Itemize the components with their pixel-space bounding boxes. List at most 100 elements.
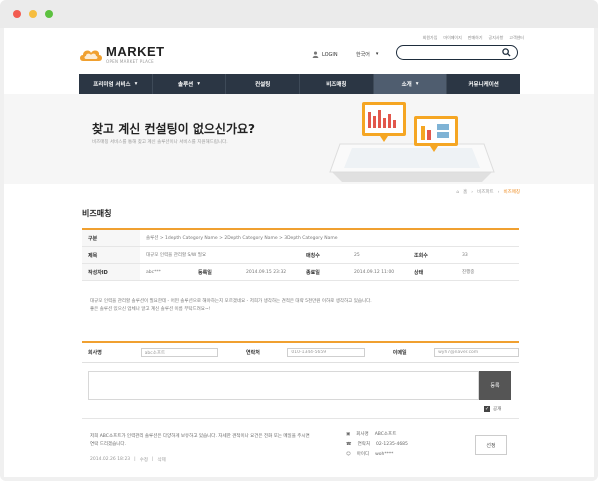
list-item: ☎ 연락처 02-1235-4685 (346, 441, 408, 448)
reply-meta: 2014.02.26 18:23 | 수정 | 삭제 (90, 457, 166, 463)
post-info-table: 구분 솔루션 > 1depth Category Name > 2Depth C… (82, 228, 519, 281)
company-label: 회사명 (88, 350, 102, 356)
list-item: ▣ 회사명 ABC소프트 (346, 431, 408, 438)
subject-cell: 제목 (82, 247, 140, 263)
nav-label: 프리미엄 서비스 (93, 82, 131, 88)
chevron-down-icon: ▾ (197, 81, 200, 87)
subject-value: 대규모 인력을 관리할 S/W 필요 (146, 253, 207, 258)
table-row: 구분 솔루션 > 1depth Category Name > 2Depth C… (82, 230, 519, 247)
reply-phone-value: 02-1235-4685 (376, 441, 408, 447)
user-icon (312, 51, 319, 58)
login-label: LOGIN (322, 51, 338, 58)
main-nav: 프리미엄 서비스 ▾ 솔루션 ▾ 컨설팅 비즈매칭 소개 ▾ 커뮤니케이션 (79, 74, 520, 94)
select-button[interactable]: 선정 (475, 435, 507, 455)
category-label: 구분 (88, 235, 98, 242)
email-field[interactable] (434, 348, 519, 357)
page: 회원가입 마이페이지 판매하기 공지사항 고객센터 MARKET OPEN MA… (4, 28, 594, 477)
divider (82, 418, 519, 419)
post-body-line: 좋은 솔루션 있으신 업체나 알고 계신 솔루션 이름 부탁드려요~! (90, 307, 211, 312)
end-value: 2014.09.12 11:00 (354, 269, 395, 275)
chevron-right-icon: › (497, 189, 500, 195)
table-row: 제목 대규모 인력을 관리할 S/W 필요 매칭수 25 조회수 33 (82, 247, 519, 264)
language-select[interactable]: 한국어 ▾ (356, 51, 378, 58)
top-link-mypage[interactable]: 마이페이지 (443, 35, 461, 41)
delete-link[interactable]: 삭제 (158, 457, 166, 463)
category-cell: 구분 (82, 230, 140, 246)
author-label: 작성자ID (88, 269, 108, 276)
reply-phone-label: 연락처 (357, 442, 371, 447)
reply-body: 저희 ABC소프트가 인력관리 솔루션은 다양하게 보유하고 있습니다. 자세한… (90, 434, 310, 447)
banner-title: 찾고 계신 컨설팅이 없으신가요? (92, 122, 256, 136)
nav-item-bizmatching[interactable]: 비즈매칭 (300, 74, 374, 94)
top-link-sell[interactable]: 판매하기 (468, 35, 483, 41)
status-value: 진행중 (462, 270, 475, 275)
chevron-down-icon: ▾ (134, 81, 138, 87)
chevron-down-icon: ▾ (415, 81, 419, 87)
public-toggle[interactable]: ✓ 공개 (484, 406, 501, 412)
maximize-window-button[interactable] (45, 10, 53, 18)
tablet-charts-illustration (329, 102, 495, 182)
logo-text[interactable]: MARKET (106, 44, 165, 59)
post-body: 대규모 인력을 관리할 솔루션이 필요한데 - 어떤 솔루션으로 해야하는지 모… (90, 298, 510, 314)
chevron-right-icon: › (471, 189, 474, 195)
reply-date: 2014.02.26 18:23 (90, 457, 131, 462)
comment-input[interactable] (88, 371, 479, 400)
phone-label: 연락처 (246, 350, 260, 356)
utility-links: 회원가입 마이페이지 판매하기 공지사항 고객센터 (423, 35, 524, 41)
search-icon[interactable] (502, 48, 511, 57)
reply-id-label: 아이디 (356, 452, 370, 457)
reg-label: 등록일 (198, 269, 212, 276)
nav-label: 솔루션 (178, 82, 194, 88)
separator: | (151, 457, 154, 462)
close-window-button[interactable] (13, 10, 21, 18)
separator: | (134, 457, 136, 462)
logo-cloud-icon[interactable] (79, 47, 103, 63)
chevron-down-icon: ▾ (375, 51, 379, 57)
top-link-support[interactable]: 고객센터 (509, 35, 524, 41)
browser-window: 회원가입 마이페이지 판매하기 공지사항 고객센터 MARKET OPEN MA… (0, 0, 598, 481)
nav-item-solution[interactable]: 솔루션 ▾ (153, 74, 227, 94)
status-label: 상태 (414, 269, 424, 276)
breadcrumb-parent[interactable]: 비즈파트 (477, 189, 494, 195)
subject-label: 제목 (88, 252, 98, 259)
nav-item-about[interactable]: 소개 ▾ (373, 74, 448, 94)
edit-link[interactable]: 수정 (140, 457, 148, 463)
nav-item-community[interactable]: 커뮤니케이션 (447, 74, 520, 94)
user-icon: ☺ (346, 451, 351, 457)
login-link[interactable]: LOGIN (312, 51, 338, 58)
checkbox-checked-icon[interactable]: ✓ (484, 406, 490, 412)
home-icon[interactable]: ⌂ (456, 190, 459, 195)
top-link-notice[interactable]: 공지사항 (489, 35, 504, 41)
public-label: 공개 (493, 407, 502, 412)
contact-row: 회사명 연락처 이메일 (82, 341, 519, 363)
page-title: 비즈매칭 (82, 209, 112, 218)
author-value: abc*** (146, 269, 161, 275)
reply-company-label: 회사명 (356, 432, 369, 437)
company-field[interactable] (140, 348, 219, 357)
phone-field[interactable] (287, 348, 365, 357)
nav-label: 비즈매칭 (326, 82, 347, 88)
nav-item-consulting[interactable]: 컨설팅 (226, 74, 301, 94)
hero-banner: 찾고 계신 컨설팅이 없으신가요? 비즈매칭 서비스를 통해 찾고 계신 솔루션… (4, 94, 594, 184)
end-label: 종료일 (306, 269, 320, 276)
nav-label: 소개 (401, 82, 412, 88)
search-box (396, 45, 518, 60)
minimize-window-button[interactable] (29, 10, 37, 18)
building-icon: ▣ (346, 431, 351, 437)
reply-company-info: ▣ 회사명 ABC소프트 ☎ 연락처 02-1235-4685 ☺ 아이디 wo… (346, 431, 408, 461)
language-label: 한국어 (356, 52, 370, 58)
top-link-signup[interactable]: 회원가입 (423, 35, 438, 41)
reg-value: 2014.09.15 23:32 (246, 269, 287, 275)
nav-label: 커뮤니케이션 (468, 82, 499, 88)
banner-subtitle: 비즈매칭 서비스를 통해 찾고 계신 솔루션이나 서비스를 지원해드립니다. (92, 140, 228, 145)
post-body-line: 대규모 인력을 관리할 솔루션이 필요한데 - 어떤 솔루션으로 해야하는지 모… (90, 299, 372, 304)
category-value: 솔루션 > 1depth Category Name > 2Depth Cate… (146, 236, 338, 241)
breadcrumb-home[interactable]: 홈 (463, 189, 467, 195)
nav-item-premium[interactable]: 프리미엄 서비스 ▾ (79, 74, 153, 94)
author-cell: 작성자ID (82, 264, 140, 280)
submit-button[interactable]: 등록 (479, 371, 511, 400)
reply-company-value: ABC소프트 (374, 432, 397, 437)
search-input[interactable] (403, 47, 503, 58)
reply-id-value: woh**** (375, 451, 394, 457)
views-label: 조회수 (414, 252, 428, 259)
